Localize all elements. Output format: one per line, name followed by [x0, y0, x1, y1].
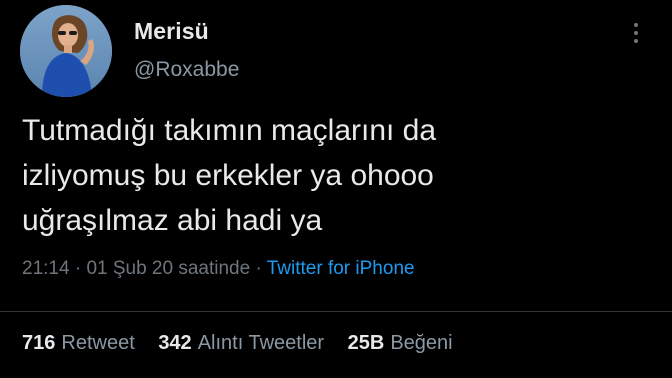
- meta-separator: ·: [74, 258, 82, 279]
- quote-stat[interactable]: 342 Alıntı Tweetler: [158, 332, 324, 355]
- tweet-text-line: izliyomuş bu erkekler ya ohooo: [22, 159, 434, 192]
- tweet-stats: 716 Retweet 342 Alıntı Tweetler 25B Beğeni: [22, 332, 471, 355]
- tweet-time[interactable]: 21:14: [22, 258, 70, 279]
- like-count: 25B: [347, 332, 385, 354]
- like-label: Beğeni: [390, 332, 453, 354]
- tweet-meta: 21:14 · 01 Şub 20 saatinde · Twitter for…: [22, 258, 415, 280]
- quote-count: 342: [158, 332, 192, 354]
- retweet-stat[interactable]: 716 Retweet: [22, 332, 135, 355]
- tweet-date[interactable]: 01 Şub 20 saatinde: [86, 258, 250, 279]
- avatar-image: [20, 5, 112, 97]
- meta-separator: ·: [255, 258, 262, 279]
- more-vertical-icon[interactable]: [628, 20, 644, 46]
- tweet-text-line: uğraşılmaz abi hadi ya: [22, 204, 323, 237]
- retweet-label: Retweet: [61, 332, 135, 354]
- retweet-count: 716: [22, 332, 56, 354]
- quote-label: Alıntı Tweetler: [197, 332, 325, 354]
- display-name[interactable]: Merisü: [134, 18, 209, 45]
- user-handle[interactable]: @Roxabbe: [134, 58, 239, 82]
- tweet-card: Merisü @Roxabbe Tutmadığı takımın maçlar…: [0, 0, 672, 378]
- divider: [0, 311, 672, 312]
- tweet-source-link[interactable]: Twitter for iPhone: [267, 258, 415, 279]
- tweet-text-line: Tutmadığı takımın maçlarını da: [22, 114, 437, 147]
- like-stat[interactable]: 25B Beğeni: [348, 332, 453, 355]
- tweet-text: Tutmadığı takımın maçlarını da izliyomuş…: [22, 108, 642, 243]
- avatar[interactable]: [20, 5, 112, 97]
